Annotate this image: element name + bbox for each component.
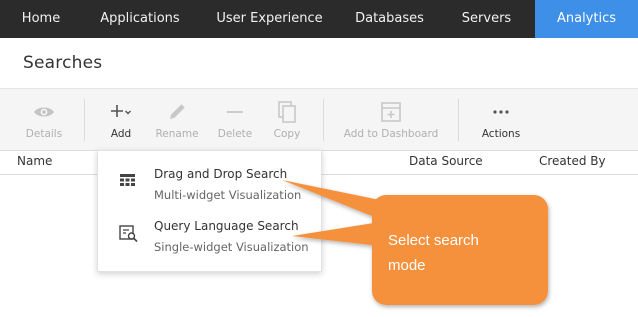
callout-line-2: mode bbox=[388, 257, 426, 274]
callout-text: Select search mode bbox=[388, 228, 538, 278]
top-nav: Home Applications User Experience Databa… bbox=[0, 0, 638, 38]
details-button[interactable]: Details bbox=[14, 89, 74, 151]
add-button[interactable]: Add bbox=[96, 89, 146, 151]
delete-label: Delete bbox=[217, 128, 253, 140]
copy-button[interactable]: Copy bbox=[262, 89, 312, 151]
add-to-dashboard-button[interactable]: Add to Dashboard bbox=[336, 89, 446, 151]
callout-line-1: Select search bbox=[388, 232, 479, 249]
nav-item-user-experience[interactable]: User Experience bbox=[198, 0, 341, 38]
nav-item-applications[interactable]: Applications bbox=[82, 0, 198, 38]
menu-item-subtitle: Single-widget Visualization bbox=[154, 240, 309, 254]
nav-item-databases[interactable]: Databases bbox=[341, 0, 438, 38]
menu-item-subtitle: Multi-widget Visualization bbox=[154, 188, 302, 202]
actions-label: Actions bbox=[481, 128, 521, 140]
actions-button[interactable]: Actions bbox=[472, 89, 530, 151]
nav-item-home[interactable]: Home bbox=[0, 0, 82, 38]
add-label: Add bbox=[110, 128, 132, 140]
minus-icon bbox=[227, 111, 243, 113]
menu-item-drag-and-drop-search[interactable]: Drag and Drop Search Multi-widget Visual… bbox=[98, 151, 323, 202]
add-to-dashboard-label: Add to Dashboard bbox=[343, 128, 439, 140]
menu-item-query-language-search[interactable]: Query Language Search Single-widget Visu… bbox=[98, 203, 323, 254]
rename-button[interactable]: Rename bbox=[150, 89, 204, 151]
details-label: Details bbox=[25, 128, 63, 140]
table-grid-icon bbox=[120, 174, 135, 186]
nav-item-servers[interactable]: Servers bbox=[438, 0, 535, 38]
query-search-icon bbox=[119, 225, 138, 243]
toolbar-divider bbox=[323, 99, 324, 141]
toolbar-divider bbox=[458, 99, 459, 141]
rename-label: Rename bbox=[155, 128, 199, 140]
toolbar-divider bbox=[84, 99, 85, 141]
menu-item-title: Query Language Search bbox=[154, 219, 299, 233]
eye-icon bbox=[34, 107, 54, 117]
delete-button[interactable]: Delete bbox=[210, 89, 260, 151]
column-header-name[interactable]: Name bbox=[17, 154, 52, 168]
menu-item-title: Drag and Drop Search bbox=[154, 167, 288, 181]
copy-label: Copy bbox=[273, 128, 301, 140]
ellipsis-icon bbox=[493, 110, 509, 114]
page-title: Searches bbox=[23, 53, 103, 73]
toolbar: Details Add Rename Delete Copy Add to Da… bbox=[0, 88, 638, 150]
dashboard-add-icon bbox=[381, 102, 401, 122]
copy-icon bbox=[278, 101, 296, 123]
add-dropdown-menu: Drag and Drop Search Multi-widget Visual… bbox=[97, 150, 322, 272]
column-header-created-by[interactable]: Created By bbox=[539, 154, 606, 168]
column-header-data-source[interactable]: Data Source bbox=[409, 154, 483, 168]
plus-chevron-icon bbox=[111, 105, 131, 117]
nav-item-analytics[interactable]: Analytics bbox=[535, 0, 638, 38]
pencil-icon bbox=[170, 104, 185, 119]
